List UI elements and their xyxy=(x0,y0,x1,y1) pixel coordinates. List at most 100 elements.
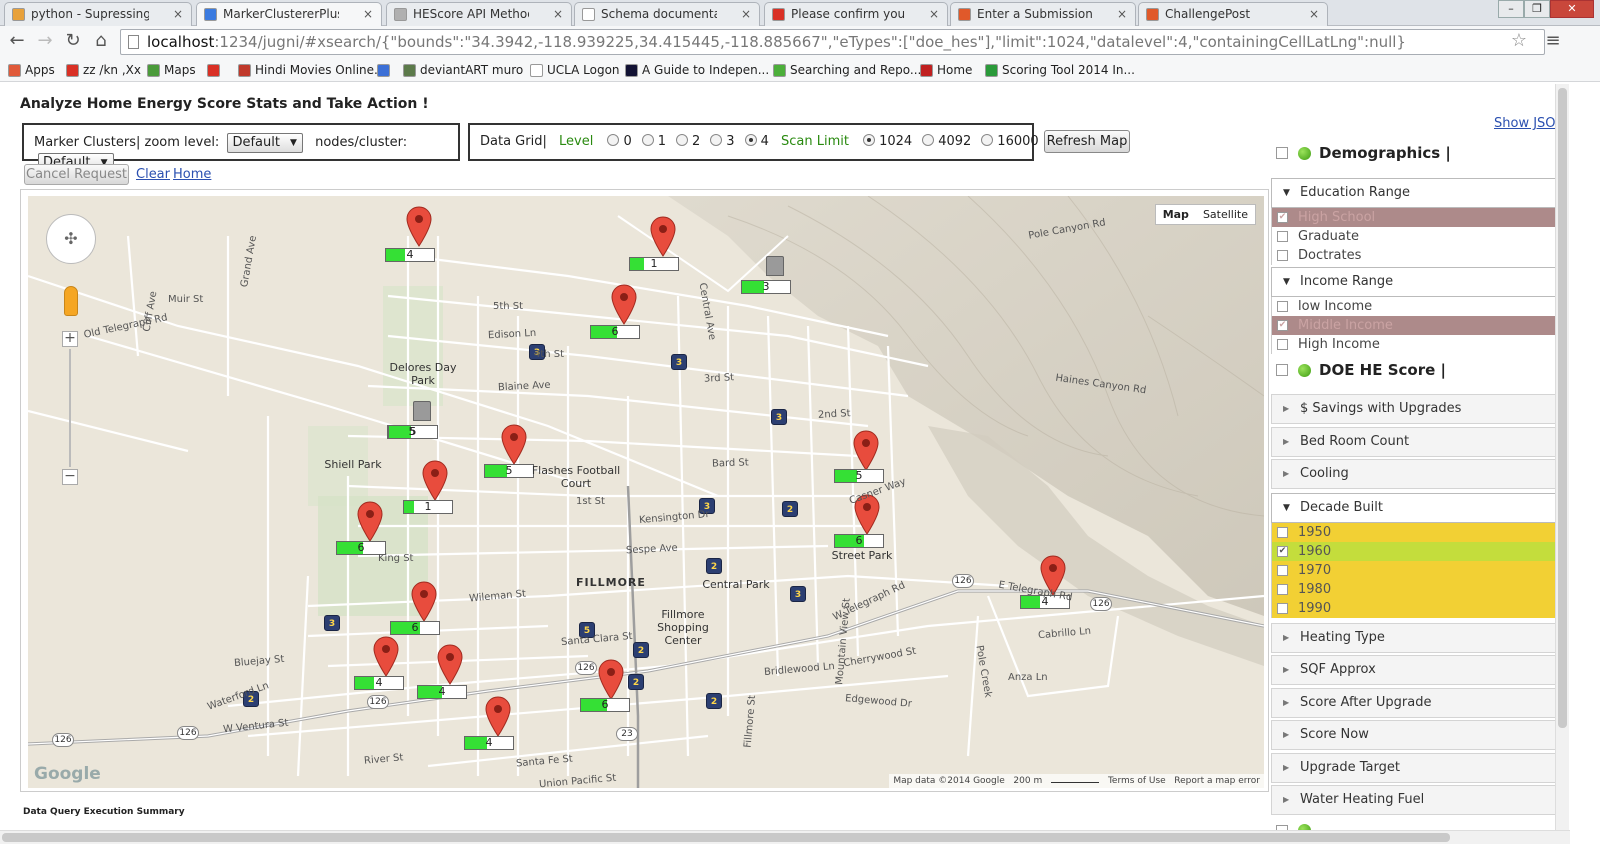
filter-checkbox[interactable] xyxy=(1277,527,1288,538)
bookmark-item[interactable]: UCLA Logon xyxy=(528,59,620,81)
filter-option[interactable]: ✔ High School xyxy=(1272,208,1556,227)
filter-checkbox[interactable] xyxy=(1277,301,1288,312)
map-marker-pin-icon[interactable] xyxy=(437,644,463,686)
scan-limit-radio[interactable] xyxy=(863,134,876,146)
bookmark-item[interactable]: Maps xyxy=(145,59,196,81)
tab-close-icon[interactable]: × xyxy=(741,3,751,25)
zoom-level-select[interactable]: Default xyxy=(227,133,303,153)
home-icon[interactable]: ⌂ xyxy=(90,30,112,52)
cluster-marker[interactable]: 2 xyxy=(633,642,649,658)
vertical-scrollbar[interactable] xyxy=(1555,84,1569,830)
filter-checkbox[interactable] xyxy=(1277,565,1288,576)
marker-count-label[interactable]: 1 xyxy=(629,257,679,271)
browser-tab[interactable]: python - Supressing name × xyxy=(4,2,192,26)
building-count-label[interactable]: 3 xyxy=(741,280,791,294)
filter-option[interactable]: 1970 xyxy=(1272,561,1556,580)
filter-checkbox[interactable]: ✔ xyxy=(1277,320,1288,331)
browser-tab[interactable]: ChallengePost × xyxy=(1138,2,1328,26)
filter-accordion-header[interactable]: Bed Room Count xyxy=(1271,427,1557,457)
reload-icon[interactable]: ↻ xyxy=(62,30,84,52)
refresh-map-button[interactable]: Refresh Map xyxy=(1044,130,1130,153)
education-range-header[interactable]: Education Range xyxy=(1271,178,1557,208)
map-marker-pin-icon[interactable] xyxy=(411,581,437,623)
filter-option[interactable]: 1980 xyxy=(1272,580,1556,599)
filter-accordion-header[interactable]: Heating Type xyxy=(1271,623,1557,653)
filter-option[interactable]: 1950 xyxy=(1272,523,1556,542)
cluster-marker[interactable]: 2 xyxy=(782,501,798,517)
doe-score-checkbox[interactable] xyxy=(1276,364,1288,376)
filter-checkbox[interactable] xyxy=(1277,603,1288,614)
cluster-marker[interactable]: 2 xyxy=(628,674,644,690)
level-radio[interactable] xyxy=(641,134,654,146)
marker-count-label[interactable]: 1 xyxy=(403,500,453,514)
url-input[interactable]: localhost:1234/jugni/#xsearch/{"bounds":… xyxy=(120,29,1545,55)
cluster-marker[interactable]: 3 xyxy=(671,354,687,370)
filter-accordion-header[interactable]: $ Savings with Upgrades xyxy=(1271,394,1557,424)
scan-limit-radio[interactable] xyxy=(981,134,994,146)
income-range-header[interactable]: Income Range xyxy=(1271,267,1557,297)
cluster-marker[interactable]: 3 xyxy=(790,586,806,602)
map-type-map-button[interactable]: Map xyxy=(1156,205,1196,224)
filter-option[interactable]: ✔ Middle Income xyxy=(1272,316,1556,335)
filter-checkbox[interactable] xyxy=(1277,584,1288,595)
clear-link[interactable]: Clear xyxy=(136,167,170,182)
level-option[interactable]: 1 xyxy=(641,134,666,149)
marker-count-label[interactable]: 6 xyxy=(580,698,630,712)
filter-accordion-header[interactable]: Score After Upgrade xyxy=(1271,688,1557,718)
map-marker-pin-icon[interactable] xyxy=(373,636,399,678)
marker-count-label[interactable]: 4 xyxy=(354,676,404,690)
restore-icon[interactable]: ❐ xyxy=(1524,0,1550,18)
browser-tab[interactable]: Schema documentation fo × xyxy=(574,2,760,26)
cluster-marker[interactable]: 2 xyxy=(706,558,722,574)
level-radio[interactable] xyxy=(676,134,689,146)
scan-limit-option[interactable]: 4092 xyxy=(922,134,971,149)
menu-icon[interactable]: ≡ xyxy=(1542,30,1564,52)
map-marker-pin-icon[interactable] xyxy=(485,696,511,738)
terms-link[interactable]: Terms of Use xyxy=(1108,776,1166,786)
bookmark-item[interactable]: Scoring Tool 2014 In... xyxy=(983,59,1135,81)
filter-accordion-header[interactable]: Score Now xyxy=(1271,720,1557,750)
vertical-scroll-thumb[interactable] xyxy=(1558,88,1567,728)
browser-tab[interactable]: HEScore API Methods × xyxy=(386,2,572,26)
filter-checkbox[interactable]: ✔ xyxy=(1277,212,1288,223)
level-radio[interactable] xyxy=(710,134,723,146)
cluster-marker[interactable]: 3 xyxy=(771,409,787,425)
bookmark-item[interactable]: Apps xyxy=(6,59,55,81)
tab-close-icon[interactable]: × xyxy=(1117,3,1127,25)
level-option[interactable]: 3 xyxy=(710,134,735,149)
bookmark-item[interactable]: A Guide to Indepen... xyxy=(623,59,769,81)
report-error-link[interactable]: Report a map error xyxy=(1174,776,1260,786)
level-radio[interactable] xyxy=(607,134,620,146)
zoom-out-icon[interactable]: − xyxy=(62,469,78,485)
back-icon[interactable]: ← xyxy=(6,30,28,52)
browser-tab[interactable]: Enter a Submission | "App × xyxy=(950,2,1136,26)
map-marker-pin-icon[interactable] xyxy=(611,284,637,326)
marker-count-label[interactable]: 6 xyxy=(390,621,440,635)
filter-accordion-header[interactable]: Water Heating Fuel xyxy=(1271,785,1557,815)
bookmark-item[interactable]: Searching and Repo... xyxy=(771,59,921,81)
map-building-marker-icon[interactable] xyxy=(766,256,784,276)
scan-limit-option[interactable]: 1024 xyxy=(863,134,912,149)
marker-count-label[interactable]: 5 xyxy=(834,469,884,483)
filter-option[interactable]: High Income xyxy=(1272,335,1556,354)
scan-limit-radio[interactable] xyxy=(922,134,935,146)
map-marker-pin-icon[interactable] xyxy=(357,501,383,543)
tab-close-icon[interactable]: × xyxy=(173,3,183,25)
cluster-marker[interactable]: 2 xyxy=(706,693,722,709)
level-option[interactable]: 4 xyxy=(744,134,769,149)
building-count-label[interactable]: 5 xyxy=(388,425,438,439)
horizontal-scrollbar[interactable] xyxy=(0,830,1570,844)
filter-accordion-header[interactable]: Upgrade Target xyxy=(1271,753,1557,783)
horizontal-scroll-thumb[interactable] xyxy=(2,833,1450,842)
level-option[interactable]: 0 xyxy=(607,134,632,149)
minimize-icon[interactable]: – xyxy=(1498,0,1524,18)
home-link[interactable]: Home xyxy=(173,167,211,182)
tab-close-icon[interactable]: × xyxy=(553,3,563,25)
marker-count-label[interactable]: 5 xyxy=(484,464,534,478)
tab-close-icon[interactable]: × xyxy=(1309,3,1319,25)
filter-checkbox[interactable] xyxy=(1277,339,1288,350)
street-view-pegman-icon[interactable] xyxy=(64,286,78,316)
filter-option[interactable]: Graduate xyxy=(1272,227,1556,246)
filter-accordion-header[interactable]: SQF Approx xyxy=(1271,655,1557,685)
map-marker-pin-icon[interactable] xyxy=(406,206,432,248)
